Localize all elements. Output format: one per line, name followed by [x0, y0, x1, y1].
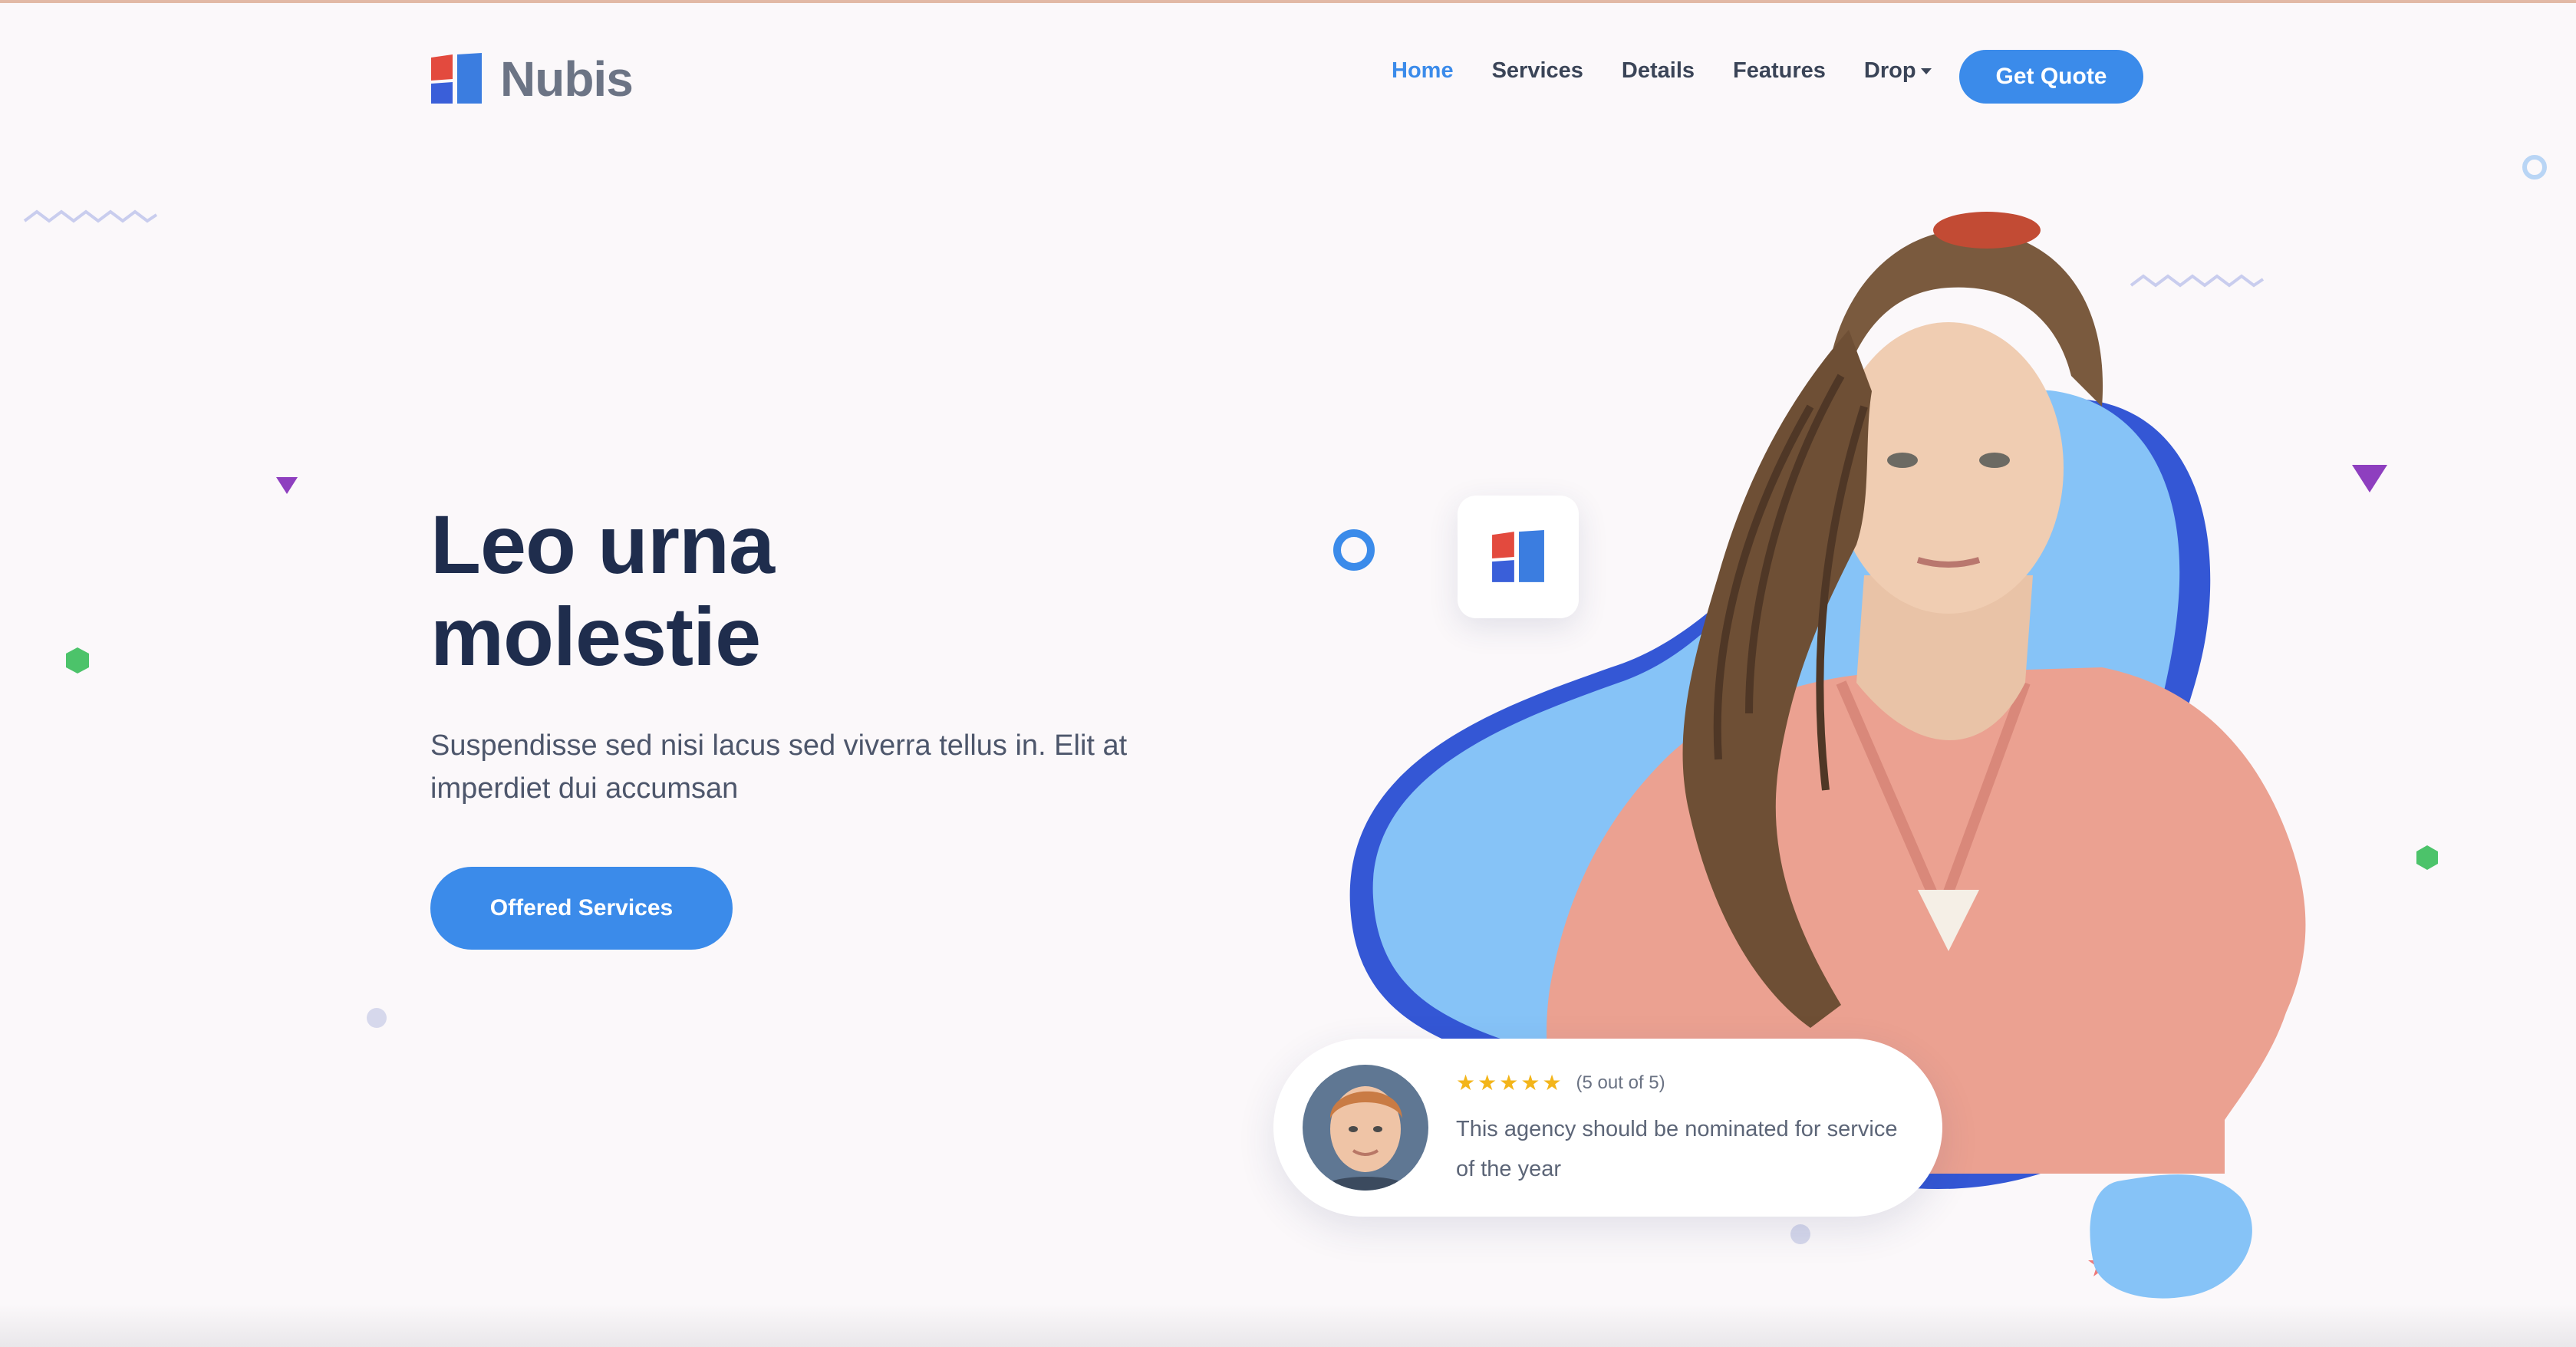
logo-badge-card [1458, 496, 1579, 618]
hero-title: Leo urna molestie [430, 499, 1121, 683]
nav-drop-label: Drop [1863, 58, 1916, 83]
star-icon: ★ [1520, 1071, 1540, 1095]
get-quote-button[interactable]: Get Quote [1959, 50, 2143, 104]
rating-text: (5 out of 5) [1576, 1072, 1665, 1093]
nav-drop[interactable]: Drop [1864, 58, 1932, 84]
main-nav: Home Services Details Features Drop [1392, 58, 1970, 84]
star-icon: ★ [1477, 1071, 1497, 1095]
top-accent-line [0, 0, 2576, 3]
avatar [1303, 1065, 1428, 1191]
brand-logo[interactable]: Nubis [430, 51, 634, 107]
star-icon: ★ [1499, 1071, 1519, 1095]
logo-mark-icon [430, 53, 483, 105]
review-card: ★ ★ ★ ★ ★ (5 out of 5) This agency shoul… [1273, 1039, 1942, 1217]
hero-title-line1: Leo urna [430, 498, 775, 591]
dot-decoration [367, 1008, 387, 1028]
nav-features[interactable]: Features [1733, 58, 1826, 84]
nav-details[interactable]: Details [1622, 58, 1695, 84]
portrait-eye-left [1887, 453, 1918, 468]
blob-drop [2090, 1174, 2252, 1299]
nav-home[interactable]: Home [1392, 58, 1454, 84]
triangle-decoration-right [2352, 465, 2387, 492]
star-icon: ★ [1456, 1071, 1476, 1095]
hero-title-line2: molestie [430, 590, 761, 683]
logo-badge-icon [1492, 530, 1544, 582]
triangle-decoration [276, 477, 298, 494]
review-text: This agency should be nominated for serv… [1456, 1117, 1898, 1181]
nav-services[interactable]: Services [1492, 58, 1583, 84]
portrait-scrunchie [1933, 212, 2041, 249]
hexagon-decoration-right [2416, 845, 2438, 870]
portrait-face [1833, 322, 2064, 614]
zigzag-decoration [23, 209, 158, 223]
ring-decoration [2522, 155, 2547, 179]
portrait-eye-right [1979, 453, 2010, 468]
bottom-shadow [0, 1304, 2576, 1347]
brand-name: Nubis [500, 51, 634, 107]
hero-description: Suspendisse sed nisi lacus sed viverra t… [430, 729, 1128, 805]
chevron-down-icon [1920, 68, 1932, 75]
hexagon-decoration [66, 647, 89, 674]
star-icon: ★ [1542, 1071, 1562, 1095]
rating-stars: ★ ★ ★ ★ ★ (5 out of 5) [1456, 1072, 1665, 1094]
offered-services-button[interactable]: Offered Services [430, 867, 733, 950]
